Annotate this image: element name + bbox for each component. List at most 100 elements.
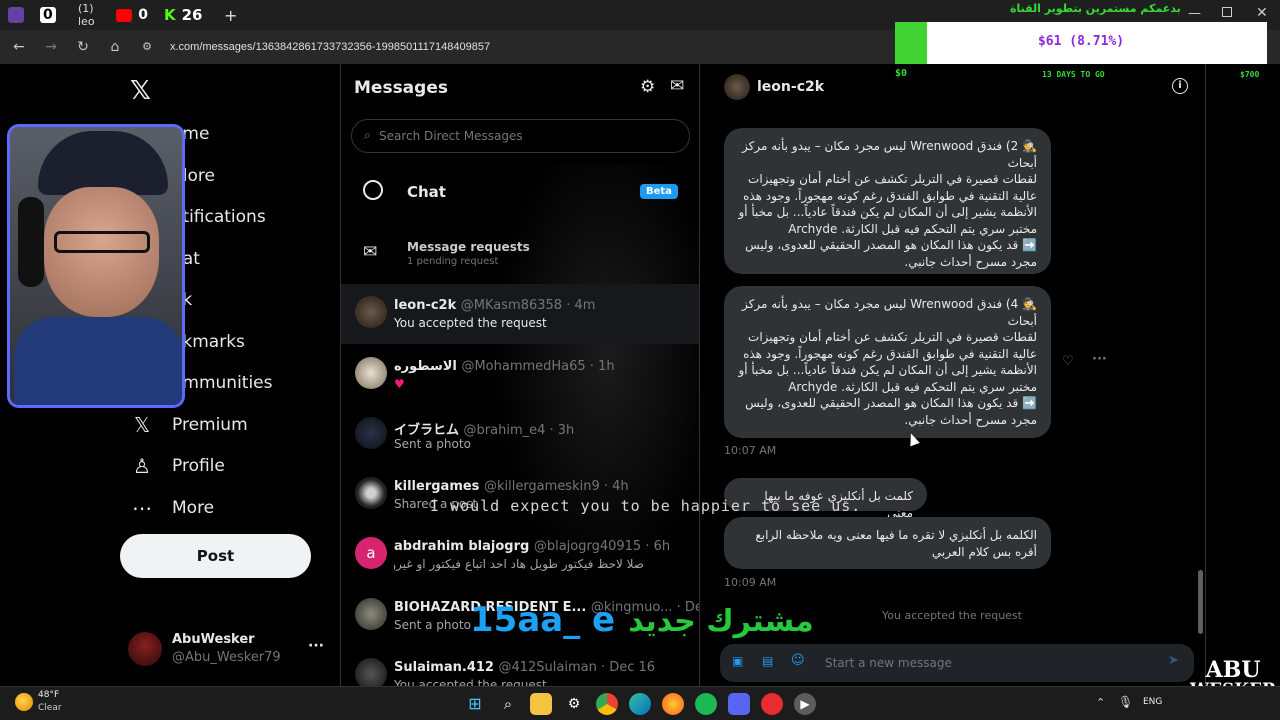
weather-desc[interactable]: Clear [38, 703, 62, 713]
emoji-icon[interactable]: ☺ [791, 653, 805, 668]
home-icon[interactable]: ⌂ [106, 38, 124, 56]
conversation-name: イブラヒム [394, 423, 460, 438]
heart-react-icon[interactable]: ♡ [1062, 354, 1074, 369]
search-icon[interactable]: ⌕ [497, 693, 519, 715]
youtube-icon [116, 8, 133, 22]
kick-icon: K [164, 6, 176, 24]
edge-icon[interactable] [629, 693, 651, 715]
conversation-handle: @MohammedHa65 · 1h [461, 359, 615, 374]
conversation-title[interactable]: leon-c2k [757, 79, 824, 95]
avatar [355, 417, 387, 449]
conversation-preview: صلا لاحظ فيكتور طويل هاد احد اتباع فيكتو… [394, 557, 644, 571]
tab-label: 0 [138, 7, 148, 23]
windows-start-icon[interactable]: ⊞ [464, 693, 486, 715]
more-dots-icon[interactable]: ··· [308, 638, 324, 654]
x-logo-icon[interactable]: 𝕏 [130, 76, 151, 106]
headphones [18, 197, 44, 287]
avatar [355, 357, 387, 389]
discord-icon[interactable] [728, 693, 750, 715]
send-icon[interactable]: ➤ [1168, 653, 1179, 668]
list-item[interactable]: leon-c2k @MKasm86358 · 4m You accepted t… [341, 284, 699, 344]
spotify-icon[interactable] [695, 693, 717, 715]
timestamp: 10:09 AM [724, 576, 777, 589]
tab-label: 0 [40, 7, 56, 23]
list-item[interactable]: Sulaiman.412 @412Sulaiman · Dec 16 You a… [341, 646, 699, 686]
conversation-handle: @MKasm86358 · 4m [460, 298, 596, 313]
settings-app-icon[interactable]: ⚙ [563, 693, 585, 715]
donation-amount: $61 (8.71%) [1037, 34, 1125, 49]
donation-days: 13 DAYS TO GO [1042, 70, 1105, 79]
message-input[interactable]: Start a new message [825, 656, 952, 670]
conversation-preview: You accepted the request [394, 678, 547, 686]
tab-label: (1) leo [78, 2, 95, 28]
new-message-icon[interactable]: ✉ [670, 76, 684, 96]
weather-icon[interactable] [15, 693, 33, 711]
image-icon[interactable]: ▣ [732, 654, 743, 668]
beta-badge: Beta [640, 184, 678, 199]
conversation-preview: Sent a photo [394, 618, 471, 632]
chrome-icon[interactable] [596, 693, 618, 715]
forward-icon[interactable]: → [42, 38, 60, 56]
conversation-name: الاسطوره [394, 359, 457, 374]
firefox-icon[interactable] [662, 693, 684, 715]
tab-counter[interactable]: 0 [32, 0, 70, 30]
nav-premium[interactable]: 𝕏 Premium [130, 413, 248, 437]
chat-label: Chat [407, 183, 446, 201]
microphone-icon[interactable]: 🎙 [1118, 695, 1133, 709]
weather-temp[interactable]: 48°F [38, 690, 59, 700]
list-item[interactable]: a abdrahim blajogrg @blajogrg40915 · 6h … [341, 525, 699, 585]
conversation-name: Sulaiman.412 [394, 660, 494, 675]
settings-icon[interactable]: ⚙ [640, 77, 655, 97]
new-subscriber-alert: 15aa_ e مشترك جديد [470, 600, 814, 640]
post-button[interactable]: Post [120, 534, 311, 578]
nav-profile[interactable]: ♙ Profile [130, 454, 225, 478]
avatar [355, 658, 387, 686]
maximize-icon[interactable] [1222, 7, 1232, 17]
tab-label: 26 [181, 6, 203, 24]
conversation-handle: @brahim_e4 · 3h [463, 423, 575, 438]
chat-entry[interactable]: Chat Beta [341, 170, 699, 218]
avatar [355, 598, 387, 630]
nav-label: Profile [172, 456, 225, 476]
new-tab-button[interactable]: + [216, 0, 245, 30]
media-player-icon[interactable]: ▶ [794, 693, 816, 715]
new-subscriber-name: 15aa_ e [470, 600, 616, 640]
search-icon: ⌕ [364, 128, 371, 142]
message-text: الكلمه بل أنكليزي لا تقره ما فيها معنى و… [755, 528, 1037, 559]
watermark-line1: ABU [1205, 657, 1261, 683]
list-item[interactable]: イブラヒム @brahim_e4 · 3h Sent a photo [341, 405, 699, 465]
recorder-icon[interactable] [761, 693, 783, 715]
site-info-icon[interactable]: ⚙ [138, 38, 156, 56]
more-circle-icon: ⋯ [132, 496, 152, 520]
avatar [355, 296, 387, 328]
scrollbar[interactable] [1198, 570, 1203, 634]
more-dots-icon[interactable]: ··· [1092, 352, 1107, 367]
account-switcher[interactable]: AbuWesker @Abu_Wesker79 ··· [128, 630, 328, 670]
search-box[interactable]: ⌕ Search Direct Messages [351, 119, 690, 153]
donation-header: بدعمكم مستمرين بتطوير القناة [1010, 2, 1181, 15]
tab-youtube[interactable]: (1) leo 0 [70, 0, 156, 30]
close-icon[interactable]: ✕ [1256, 5, 1268, 21]
language-indicator[interactable]: ENG [1143, 697, 1162, 707]
url-field[interactable]: x.com/messages/1363842861733732356-19985… [170, 41, 490, 53]
composer: ▣ ▤ ☺ Start a new message ➤ [720, 644, 1194, 682]
search-input[interactable]: Search Direct Messages [379, 129, 523, 143]
list-item[interactable]: الاسطوره @MohammedHa65 · 1h ♥ [341, 345, 699, 405]
nav-more[interactable]: ⋯ More [130, 496, 214, 520]
tray-chevron-icon[interactable]: ⌃ [1096, 696, 1105, 709]
gif-icon[interactable]: ▤ [762, 654, 773, 668]
nav-label: otifications [172, 207, 266, 227]
file-explorer-icon[interactable] [530, 693, 552, 715]
conversation-name: killergames [394, 479, 480, 494]
reload-icon[interactable]: ↻ [74, 38, 92, 56]
message-bubble: الكلمه بل أنكليزي لا تقره ما فيها معنى و… [724, 517, 1051, 569]
back-icon[interactable]: ← [10, 38, 28, 56]
tab-kick[interactable]: K 26 [156, 0, 216, 30]
list-item[interactable]: killergames @killergameskin9 · 4h Shared… [341, 465, 699, 525]
conversation-preview: Sent a photo [394, 437, 471, 451]
profile-icon: ♙ [133, 454, 151, 478]
message-requests[interactable]: ✉ Message requests 1 pending request [341, 230, 699, 280]
info-icon[interactable]: i [1172, 78, 1188, 94]
tab-twitch[interactable] [0, 0, 32, 30]
minimize-icon[interactable]: — [1188, 6, 1201, 21]
